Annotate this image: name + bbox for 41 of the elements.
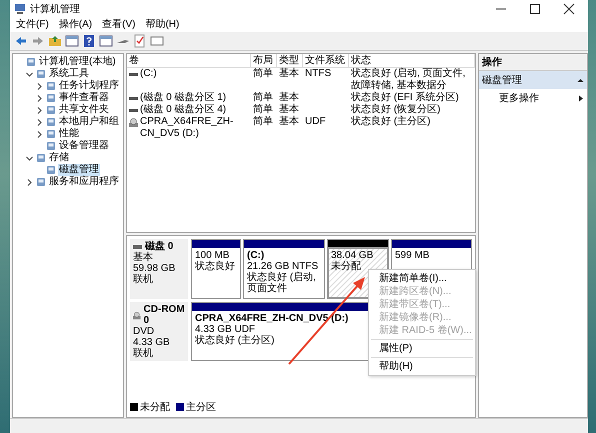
partition-title: (C:) bbox=[247, 250, 264, 261]
partition-info: 状态良好 (启动, 页面文件 bbox=[247, 272, 317, 294]
partition-info: 21.26 GB NTFS bbox=[247, 261, 320, 272]
disk-type: DVD bbox=[133, 326, 156, 337]
partition-info: 状态良好 bbox=[195, 261, 236, 272]
table-cell: (C:) bbox=[140, 68, 157, 80]
table-cell-text: 简单 bbox=[253, 104, 273, 116]
table-cell: UDF bbox=[305, 116, 326, 128]
table-cell: (磁盘 0 磁盘分区 1) bbox=[140, 92, 226, 104]
table-cell-text: 基本 bbox=[279, 92, 299, 104]
legend-label: 主分区 bbox=[186, 400, 216, 414]
table-cell-text: CPRA_X64FRE_ZH-CN_DV5 (D:) bbox=[140, 116, 234, 140]
disk-size: 59.98 GB bbox=[133, 263, 176, 274]
partition-info: 4.33 GB UDF bbox=[195, 324, 256, 335]
table-cell: 状态良好 (主分区) bbox=[351, 116, 430, 128]
disk-size: 4.33 GB bbox=[133, 337, 171, 348]
table-cell-text: 简单 bbox=[253, 92, 273, 104]
legend-label: 未分配 bbox=[140, 400, 170, 414]
partition-info: 599 MB bbox=[395, 250, 430, 261]
disk-status: 联机 bbox=[133, 348, 154, 359]
table-cell: 简单 bbox=[253, 116, 273, 128]
table-cell: NTFS bbox=[305, 68, 332, 80]
disk-status: 联机 bbox=[133, 274, 154, 285]
partition-info: 38.04 GB bbox=[331, 250, 374, 261]
partition-info: 状态良好 (主分区) bbox=[195, 335, 274, 346]
partition-title: CPRA_X64FRE_ZH-CN_DV5 (D:) bbox=[195, 313, 348, 324]
table-cell-text: 基本 bbox=[279, 104, 299, 116]
pane-title: 操作 bbox=[479, 54, 587, 71]
table-cell: 基本 bbox=[279, 68, 299, 80]
window-title: 计算机管理 bbox=[30, 2, 81, 16]
table-cell-text: 状态良好 (EFI 系统分区) bbox=[351, 92, 459, 104]
disk-type: 基本 bbox=[133, 252, 154, 263]
partition-info: 未分配 bbox=[331, 261, 362, 272]
table-cell: (磁盘 0 磁盘分区 4) bbox=[140, 104, 226, 116]
table-cell-text: 状态良好 (恢复分区) bbox=[351, 104, 440, 115]
disk-name: 磁盘 0 bbox=[145, 241, 174, 252]
partition-info: 100 MB bbox=[195, 250, 230, 261]
table-cell: 基本 bbox=[279, 116, 299, 128]
table-cell-text: 状态良好 (启动, 页面文件, 故障转储, 基本数据分 bbox=[351, 68, 466, 92]
disk-name: CD-ROM 0 bbox=[144, 304, 185, 326]
table-cell: 简单 bbox=[253, 68, 273, 80]
